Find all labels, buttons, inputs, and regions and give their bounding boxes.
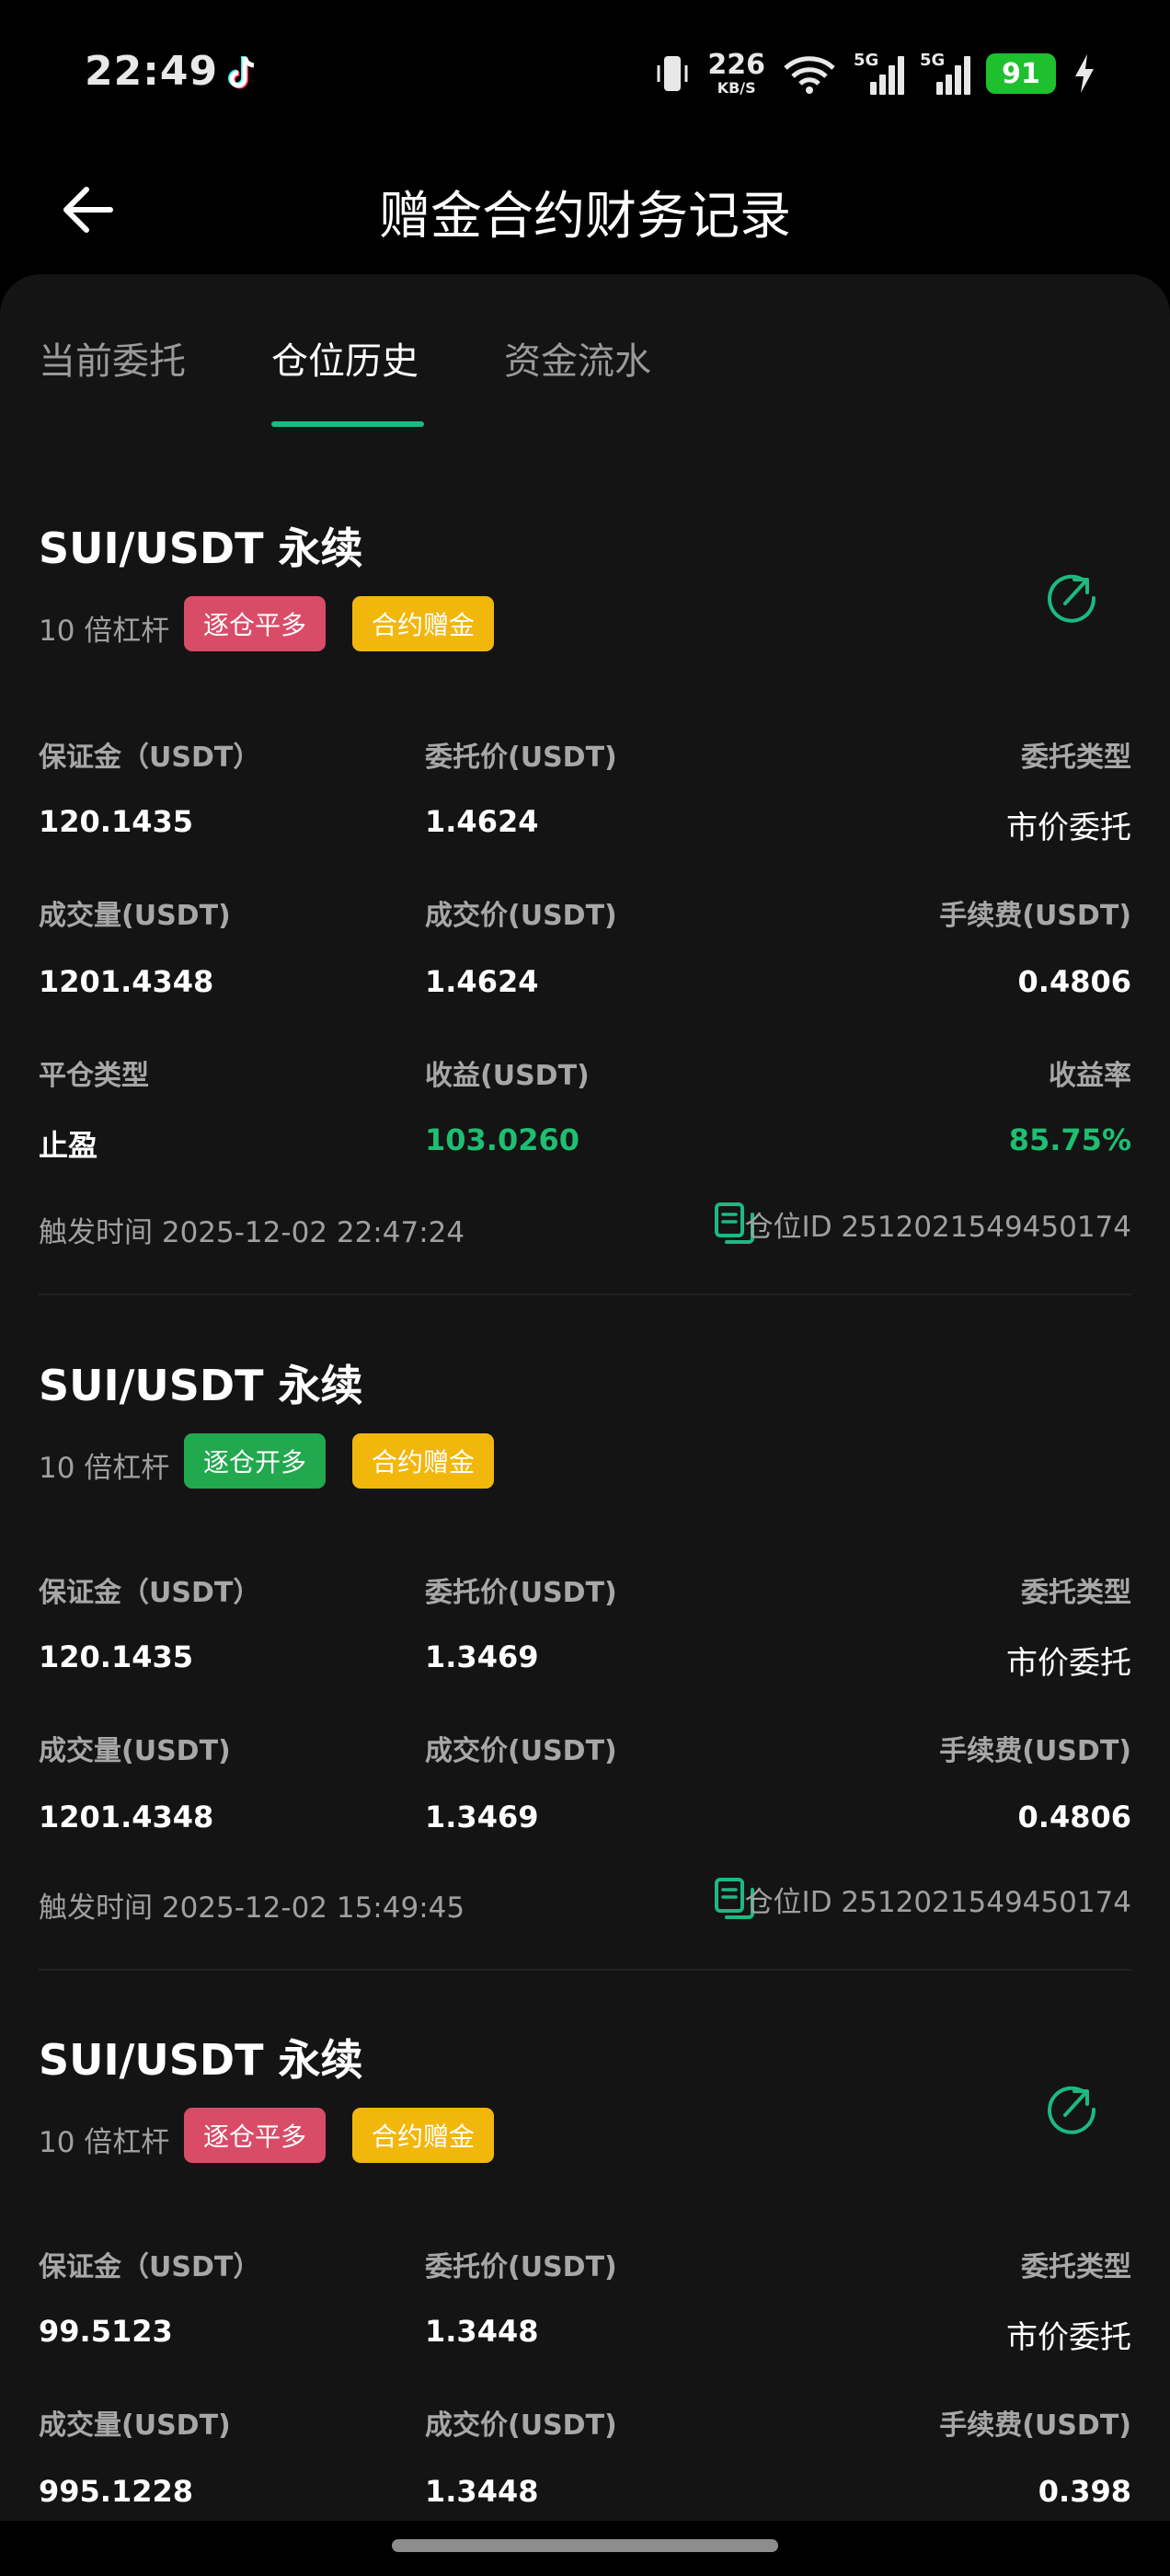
close-type-value: 止盈 <box>39 1128 98 1163</box>
trigger-time: 触发时间 2025-12-02 15:49:45 <box>39 1892 465 1925</box>
app-header: 赠金合约财务记录 <box>0 147 1170 276</box>
fill-price-label: 成交价(USDT) <box>425 2409 617 2442</box>
bonus-badge: 合约赠金 <box>352 596 494 651</box>
record-title: SUI/USDT 永续 <box>39 2035 363 2085</box>
order-type-label: 委托类型 <box>1021 1577 1131 1609</box>
share-icon[interactable] <box>1039 561 1104 626</box>
signal-icon: 5G <box>854 51 904 97</box>
network-type: 5G <box>920 51 946 70</box>
status-icons: 226 KB/S 5G 5G 91 <box>654 48 1096 99</box>
order-type-value: 市价委托 <box>1006 2319 1131 2356</box>
leverage-label: 10 倍杠杆 <box>39 615 170 648</box>
fee-value: 0.398 <box>1038 2474 1131 2509</box>
position-record[interactable]: SUI/USDT 永续 10 倍杠杆 逐仓平多 合约赠金 保证金（USDT） 委… <box>39 1972 1131 2521</box>
order-type-value: 市价委托 <box>1006 1645 1131 1682</box>
fee-value: 0.4806 <box>1017 964 1131 999</box>
margin-value: 120.1435 <box>39 1639 194 1674</box>
page-title: 赠金合约财务记录 <box>379 187 791 247</box>
fill-price-label: 成交价(USDT) <box>425 900 617 932</box>
fee-label: 手续费(USDT) <box>939 1735 1131 1767</box>
order-price-value: 1.3448 <box>425 2314 539 2349</box>
charging-icon <box>1075 54 1094 93</box>
record-divider <box>39 1969 1131 1971</box>
order-price-label: 委托价(USDT) <box>425 2251 617 2283</box>
position-id: 仓位ID 2512021549450174 <box>744 1211 1131 1244</box>
vibrate-icon <box>657 56 688 91</box>
position-id: 仓位ID 2512021549450174 <box>744 1886 1131 1919</box>
speed-unit: KB/S <box>717 79 756 97</box>
margin-label: 保证金（USDT） <box>39 1577 261 1609</box>
order-price-label: 委托价(USDT) <box>425 1577 617 1609</box>
order-price-label: 委托价(USDT) <box>425 742 617 774</box>
status-time: 22:49 <box>85 48 219 95</box>
side-badge: 逐仓平多 <box>184 596 326 651</box>
tiktok-icon <box>228 56 255 89</box>
roi-value: 85.75% <box>1008 1122 1131 1157</box>
order-price-value: 1.3469 <box>425 1639 539 1674</box>
network-speed: 226 KB/S <box>707 52 765 96</box>
order-price-value: 1.4624 <box>425 804 539 839</box>
leverage-label: 10 倍杠杆 <box>39 2126 170 2159</box>
fee-label: 手续费(USDT) <box>939 900 1131 932</box>
network-type: 5G <box>854 51 879 70</box>
margin-value: 99.5123 <box>39 2314 173 2349</box>
side-badge: 逐仓开多 <box>184 1433 326 1489</box>
volume-value: 1201.4348 <box>39 1800 214 1834</box>
fill-price-value: 1.3448 <box>425 2474 539 2509</box>
volume-value: 1201.4348 <box>39 964 214 999</box>
margin-label: 保证金（USDT） <box>39 2251 261 2283</box>
wifi-icon <box>784 56 835 94</box>
margin-value: 120.1435 <box>39 804 194 839</box>
fill-price-value: 1.4624 <box>425 964 539 999</box>
leverage-label: 10 倍杠杆 <box>39 1452 170 1485</box>
pnl-value: 103.0260 <box>425 1122 580 1157</box>
margin-label: 保证金（USDT） <box>39 742 261 774</box>
fee-label: 手续费(USDT) <box>939 2409 1131 2442</box>
position-record[interactable]: SUI/USDT 永续 10 倍杠杆 逐仓平多 合约赠金 保证金（USDT） 委… <box>39 274 1131 1295</box>
content-panel: 当前委托 仓位历史 资金流水 SUI/USDT 永续 10 倍杠杆 逐仓平多 合… <box>0 274 1170 2521</box>
fill-price-value: 1.3469 <box>425 1800 539 1834</box>
record-title: SUI/USDT 永续 <box>39 1361 363 1410</box>
fee-value: 0.4806 <box>1017 1800 1131 1834</box>
volume-value: 995.1228 <box>39 2474 194 2509</box>
share-icon[interactable] <box>1039 2073 1104 2137</box>
bonus-badge: 合约赠金 <box>352 2108 494 2163</box>
home-indicator[interactable] <box>392 2539 778 2552</box>
order-type-label: 委托类型 <box>1021 2251 1131 2283</box>
order-type-value: 市价委托 <box>1006 810 1131 846</box>
volume-label: 成交量(USDT) <box>39 2409 231 2442</box>
position-record[interactable]: SUI/USDT 永续 10 倍杠杆 逐仓开多 合约赠金 保证金（USDT） 委… <box>39 1295 1131 1972</box>
volume-label: 成交量(USDT) <box>39 1735 231 1767</box>
status-bar: 22:49 226 KB/S 5G 5G 91 <box>0 0 1170 147</box>
pnl-label: 收益(USDT) <box>425 1060 590 1092</box>
bonus-badge: 合约赠金 <box>352 1433 494 1489</box>
trigger-time: 触发时间 2025-12-02 22:47:24 <box>39 1216 465 1249</box>
volume-label: 成交量(USDT) <box>39 900 231 932</box>
speed-value: 226 <box>707 49 765 81</box>
close-type-label: 平仓类型 <box>39 1060 149 1092</box>
fill-price-label: 成交价(USDT) <box>425 1735 617 1767</box>
record-title: SUI/USDT 永续 <box>39 523 363 573</box>
signal-icon: 5G <box>920 51 970 97</box>
order-type-label: 委托类型 <box>1021 742 1131 774</box>
roi-label: 收益率 <box>1049 1060 1131 1092</box>
side-badge: 逐仓平多 <box>184 2108 326 2163</box>
battery-indicator: 91 <box>986 53 1056 94</box>
